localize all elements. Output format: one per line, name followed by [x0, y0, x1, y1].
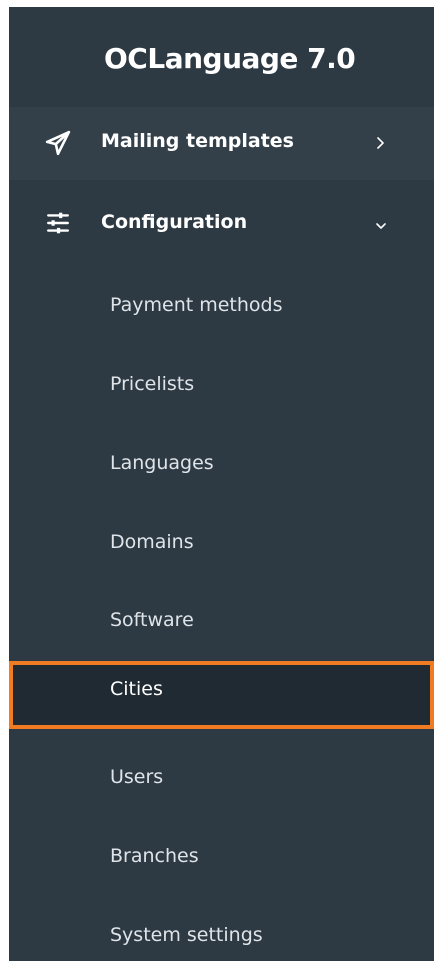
chevron-down-icon [376, 223, 386, 229]
submenu-label: Users [110, 766, 164, 788]
submenu-label: Pricelists [110, 373, 195, 395]
submenu-label: Cities [110, 678, 163, 700]
chevron-right-icon [377, 137, 384, 149]
sliders-icon [47, 212, 69, 234]
menu-item-configuration[interactable]: Configuration [9, 180, 434, 265]
menu-item-mailing-templates[interactable]: Mailing templates [9, 107, 434, 180]
submenu-item-cities[interactable]: Cities [9, 661, 434, 729]
submenu-label: System settings [110, 924, 263, 946]
submenu-item-branches[interactable]: Branches [9, 828, 434, 888]
menu-label-mailing-templates: Mailing templates [101, 130, 294, 152]
submenu-item-software[interactable]: Software [9, 592, 434, 652]
submenu-item-pricelists[interactable]: Pricelists [9, 356, 434, 416]
submenu-item-system-settings[interactable]: System settings [9, 907, 434, 967]
submenu-item-languages[interactable]: Languages [9, 435, 434, 495]
app-title: OCLanguage 7.0 [104, 42, 356, 75]
submenu-label: Software [110, 609, 194, 631]
submenu-label: Domains [110, 531, 194, 553]
submenu-item-payment-methods[interactable]: Payment methods [9, 277, 434, 337]
submenu-item-users[interactable]: Users [9, 749, 434, 809]
sidebar: OCLanguage 7.0 Mailing templates Configu… [9, 7, 434, 961]
submenu-label: Branches [110, 845, 199, 867]
submenu-label: Languages [110, 452, 214, 474]
brand-header: OCLanguage 7.0 [9, 7, 434, 107]
paper-plane-icon [45, 130, 71, 156]
menu-label-configuration: Configuration [101, 211, 248, 233]
submenu-label: Payment methods [110, 294, 283, 316]
submenu-item-domains[interactable]: Domains [9, 514, 434, 574]
